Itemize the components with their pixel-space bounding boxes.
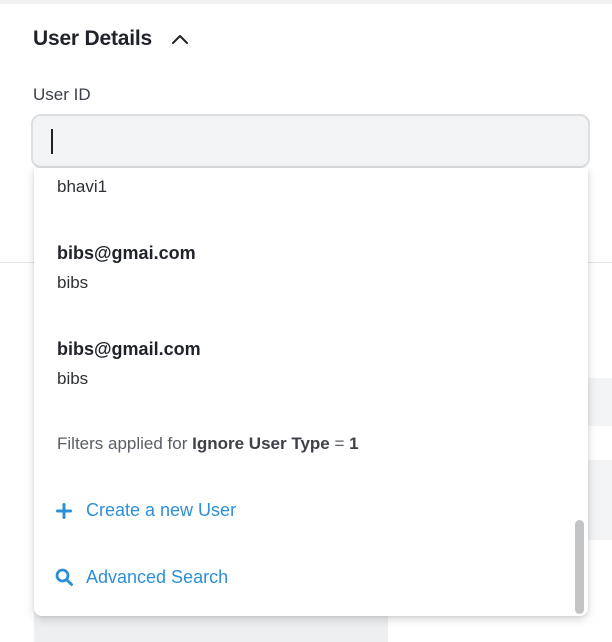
background-row bbox=[34, 612, 388, 642]
suggestion-username: bibs bbox=[57, 273, 89, 292]
filter-name: Ignore User Type bbox=[192, 434, 330, 453]
suggestion-item[interactable]: bhavi1 bbox=[57, 176, 107, 198]
section-header: User Details bbox=[33, 24, 190, 54]
create-new-user-label: Create a new User bbox=[86, 500, 237, 520]
suggestion-item[interactable]: bibs@gmai.com bibs bbox=[57, 242, 196, 294]
filters-prefix: Filters applied for bbox=[57, 434, 188, 453]
chevron-up-icon[interactable] bbox=[170, 29, 190, 49]
suggestion-username: bhavi1 bbox=[57, 177, 108, 196]
text-caret bbox=[51, 129, 53, 154]
advanced-search-label: Advanced Search bbox=[86, 567, 229, 587]
create-new-user-link[interactable]: Create a new User bbox=[54, 500, 236, 521]
user-id-input[interactable] bbox=[31, 114, 590, 168]
suggestion-email: bibs@gmail.com bbox=[57, 339, 201, 359]
section-title: User Details bbox=[33, 27, 152, 50]
plus-icon bbox=[54, 501, 74, 521]
suggestion-username: bibs bbox=[57, 369, 89, 388]
dropdown-scrollbar[interactable] bbox=[575, 168, 584, 616]
user-id-label: User ID bbox=[33, 85, 91, 104]
advanced-search-link[interactable]: Advanced Search bbox=[54, 567, 228, 588]
suggestion-email: bibs@gmai.com bbox=[57, 243, 196, 263]
suggestion-item[interactable]: bibs@gmail.com bibs bbox=[57, 338, 201, 390]
filter-operator: = bbox=[334, 434, 345, 453]
user-suggestions-dropdown: bhavi1 bibs@gmai.com bibs bibs@gmail.com… bbox=[34, 168, 588, 616]
filters-applied-note: Filters applied for Ignore User Type = 1 bbox=[57, 433, 359, 455]
filter-value: 1 bbox=[349, 434, 359, 453]
search-icon bbox=[54, 568, 74, 588]
scrollbar-thumb[interactable] bbox=[575, 520, 584, 614]
